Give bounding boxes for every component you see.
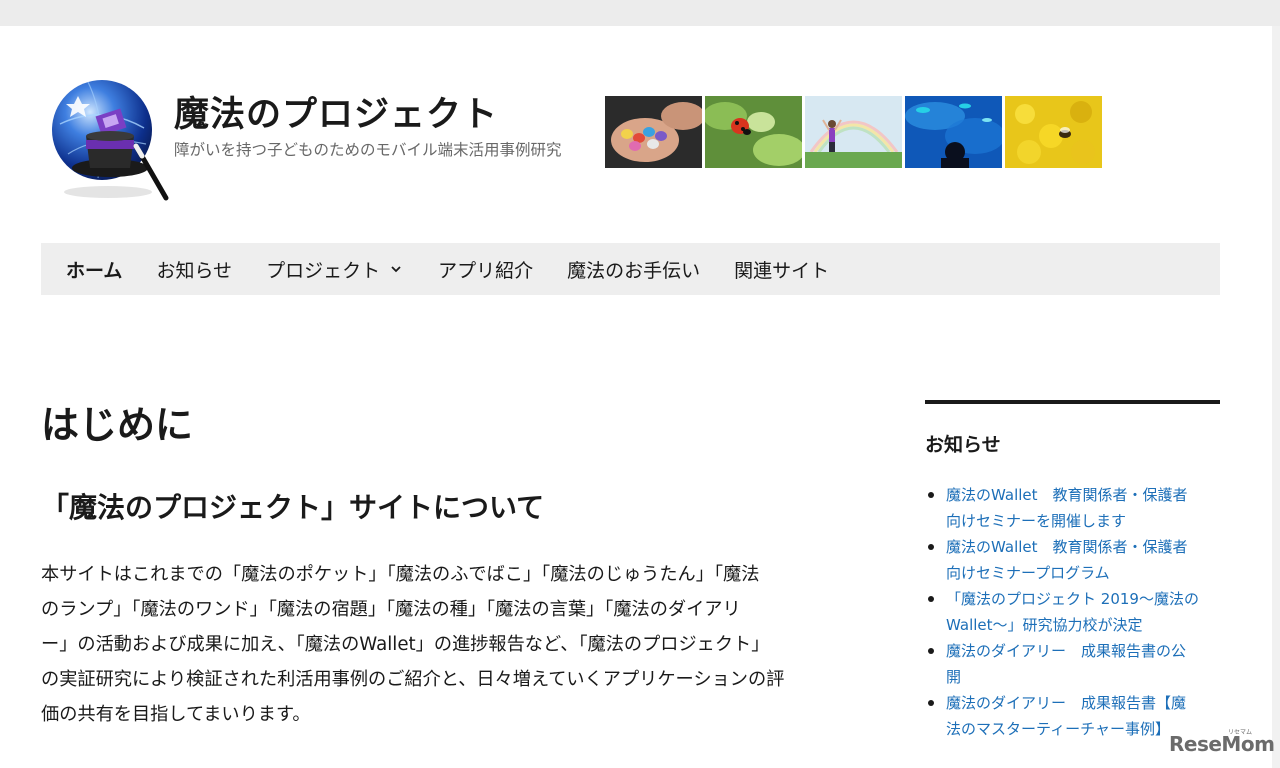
ladybug-photo <box>705 96 802 168</box>
nav-item-help[interactable]: 魔法のお手伝い <box>550 256 717 283</box>
nav-item-label: 魔法のお手伝い <box>567 259 701 282</box>
news-link[interactable]: 魔法のダイアリー 成果報告書の公 開 <box>946 638 1225 690</box>
link-line: Wallet～」研究協力校が決定 <box>946 616 1143 634</box>
paragraph-line: 価の共有を目指してまいります。 <box>41 704 311 725</box>
paragraph-line: の実証研究により検証された利活用事例のご紹介と、日々増えていくアプリケーションの… <box>41 669 785 690</box>
nav-item-label: ホーム <box>66 259 123 282</box>
main-navigation: ホーム お知らせ プロジェクト アプリ紹介 魔法のお手伝い 関連サイト <box>41 243 1220 295</box>
resemom-watermark: ReseMom <box>1169 732 1275 756</box>
chevron-down-icon <box>391 266 401 273</box>
child-with-rainbow-photo <box>805 96 902 168</box>
link-line: 魔法のWallet 教育関係者・保護者 <box>946 538 1188 556</box>
site-description: 障がいを持つ子どものためのモバイル端末活用事例研究 <box>174 141 562 159</box>
nav-item-label: プロジェクト <box>266 259 381 282</box>
section-title: 「魔法のプロジェクト」サイトについて <box>41 491 545 524</box>
header-image-strip <box>605 96 1102 168</box>
nav-item-home[interactable]: ホーム <box>41 256 139 283</box>
intro-paragraph: 本サイトはこれまでの「魔法のポケット」「魔法のふでばこ」「魔法のじゅうたん」「魔… <box>41 557 871 732</box>
news-link[interactable]: 魔法のWallet 教育関係者・保護者 向けセミナーを開催します <box>946 482 1225 534</box>
sidebar-title: お知らせ <box>925 434 1001 456</box>
nav-item-label: 関連サイト <box>734 259 830 282</box>
magic-hat-logo-icon[interactable] <box>48 74 172 204</box>
paragraph-line: のランプ」「魔法のワンド」「魔法の宿題」「魔法の種」「魔法の言葉」「魔法のダイア… <box>41 599 741 620</box>
news-link[interactable]: 「魔法のプロジェクト 2019～魔法の Wallet～」研究協力校が決定 <box>946 586 1225 638</box>
sidebar-divider <box>925 400 1220 404</box>
top-band <box>0 0 1280 26</box>
right-scroll-edge <box>1272 26 1280 768</box>
link-line: 魔法のダイアリー 成果報告書の公 <box>946 642 1187 660</box>
bee-on-flowers-photo <box>1005 96 1102 168</box>
list-item: 魔法のWallet 教育関係者・保護者 向けセミナーを開催します <box>925 482 1225 534</box>
link-line: 向けセミナーを開催します <box>946 512 1127 530</box>
link-line: 向けセミナープログラム <box>946 564 1110 582</box>
news-link[interactable]: 魔法のWallet 教育関係者・保護者 向けセミナープログラム <box>946 534 1225 586</box>
nav-item-news[interactable]: お知らせ <box>139 256 249 283</box>
link-line: 魔法のWallet 教育関係者・保護者 <box>946 486 1188 504</box>
aquarium-silhouette-photo <box>905 96 1002 168</box>
paragraph-line: 本サイトはこれまでの「魔法のポケット」「魔法のふでばこ」「魔法のじゅうたん」「魔… <box>41 564 760 585</box>
list-item: 魔法のダイアリー 成果報告書の公 開 <box>925 638 1225 690</box>
nav-item-apps[interactable]: アプリ紹介 <box>421 256 550 283</box>
nav-item-related-sites[interactable]: 関連サイト <box>717 256 846 283</box>
resemom-watermark-tag: リセマム <box>1228 729 1253 736</box>
news-list: 魔法のWallet 教育関係者・保護者 向けセミナーを開催します 魔法のWall… <box>925 482 1225 742</box>
nav-item-project[interactable]: プロジェクト <box>249 256 421 283</box>
paragraph-line: ー」の活動および成果に加え、「魔法のWallet」の進捗報告など、「魔法のプロジ… <box>41 634 770 655</box>
link-line: 開 <box>946 668 962 686</box>
link-line: 「魔法のプロジェクト 2019～魔法の <box>946 590 1199 608</box>
nav-item-label: お知らせ <box>156 259 233 282</box>
list-item: 魔法のWallet 教育関係者・保護者 向けセミナープログラム <box>925 534 1225 586</box>
page-title: はじめに <box>41 403 194 447</box>
link-line: 魔法のダイアリー 成果報告書【魔 <box>946 694 1187 712</box>
nav-item-label: アプリ紹介 <box>438 259 534 282</box>
site-title[interactable]: 魔法のプロジェクト <box>174 86 498 137</box>
hands-with-candies-photo <box>605 96 702 168</box>
list-item: 「魔法のプロジェクト 2019～魔法の Wallet～」研究協力校が決定 <box>925 586 1225 638</box>
